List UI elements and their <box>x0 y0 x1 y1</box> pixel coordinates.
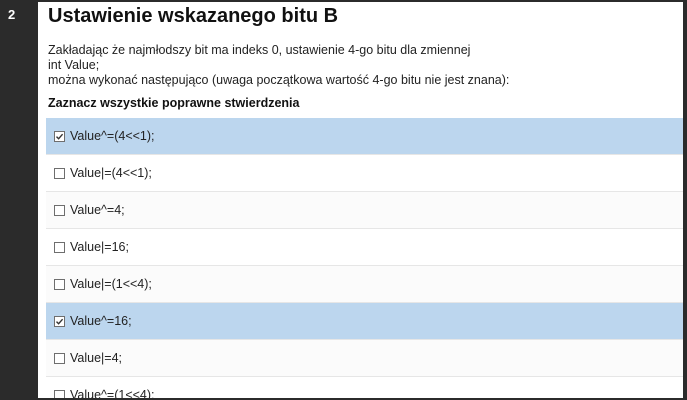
answer-option-3[interactable]: Value^=4; <box>46 192 683 229</box>
answer-option-5[interactable]: Value|=(1<<4); <box>46 266 683 303</box>
question-frame: 2 Ustawienie wskazanego bitu B Zakładają… <box>0 0 687 400</box>
answer-option-label: Value^=4; <box>70 203 125 217</box>
question-number: 2 <box>8 7 16 22</box>
answer-option-label: Value^=(1<<4); <box>70 388 155 398</box>
answer-option-label: Value|=16; <box>70 240 129 254</box>
question-instruction: Zaznacz wszystkie poprawne stwierdzenia <box>48 96 300 110</box>
answer-option-6[interactable]: Value^=16; <box>46 303 683 340</box>
description-line-2: int Value; <box>48 58 100 72</box>
answer-option-label: Value|=(1<<4); <box>70 277 152 291</box>
answer-option-2[interactable]: Value|=(4<<1); <box>46 155 683 192</box>
empty-checkbox-icon[interactable] <box>54 241 65 253</box>
empty-checkbox-icon[interactable] <box>54 278 65 290</box>
question-panel: Ustawienie wskazanego bitu B Zakładając … <box>38 2 683 398</box>
empty-checkbox-icon[interactable] <box>54 389 65 398</box>
answer-option-label: Value^=16; <box>70 314 132 328</box>
answer-option-label: Value|=4; <box>70 351 123 365</box>
question-title: Ustawienie wskazanego bitu B <box>48 5 339 27</box>
checkmark-icon[interactable] <box>54 315 65 327</box>
empty-checkbox-icon[interactable] <box>54 204 65 216</box>
answer-option-label: Value|=(4<<1); <box>70 166 152 180</box>
answer-option-1[interactable]: Value^=(4<<1); <box>46 118 683 155</box>
description-line-3: można wykonać następująco (uwaga początk… <box>48 73 510 87</box>
empty-checkbox-icon[interactable] <box>54 167 65 179</box>
answer-option-8[interactable]: Value^=(1<<4); <box>46 377 683 398</box>
answer-options-list: Value^=(4<<1); Value|=(4<<1); Value^=4; … <box>46 118 683 398</box>
checkmark-icon[interactable] <box>54 130 65 142</box>
answer-option-7[interactable]: Value|=4; <box>46 340 683 377</box>
question-description: Zakładając że najmłodszy bit ma indeks 0… <box>48 43 668 88</box>
answer-option-4[interactable]: Value|=16; <box>46 229 683 266</box>
question-number-column: 2 <box>0 0 38 400</box>
answer-option-label: Value^=(4<<1); <box>70 129 155 143</box>
empty-checkbox-icon[interactable] <box>54 352 65 364</box>
description-line-1: Zakładając że najmłodszy bit ma indeks 0… <box>48 43 471 57</box>
